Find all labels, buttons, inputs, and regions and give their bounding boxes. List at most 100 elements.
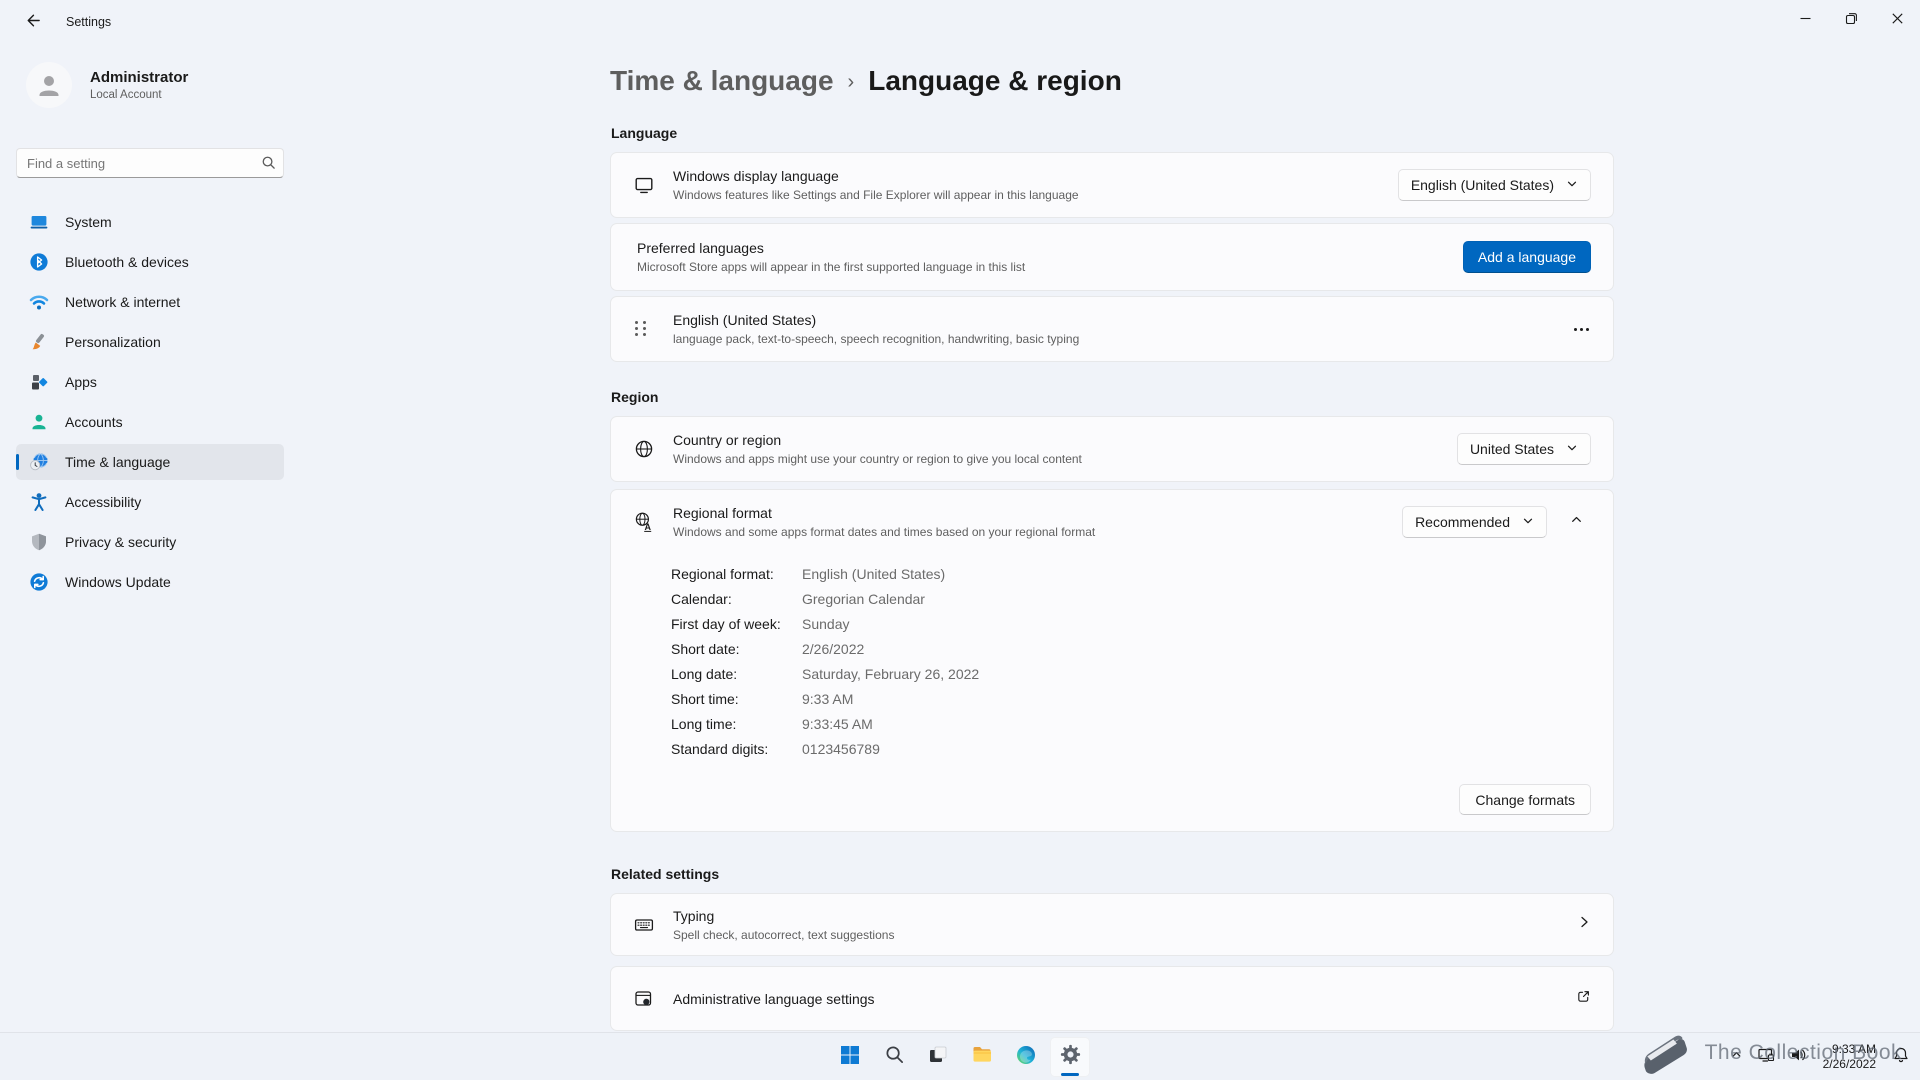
section-label-related: Related settings: [611, 866, 1614, 882]
sidebar-item-label: Bluetooth & devices: [65, 254, 189, 270]
privacy-shield-icon: [29, 532, 49, 552]
user-account-type: Local Account: [90, 89, 188, 101]
sidebar-item-system[interactable]: System: [16, 204, 284, 240]
bluetooth-icon: [29, 252, 49, 272]
main-content: Time & language › Language & region Lang…: [300, 48, 1920, 1032]
sidebar-item-accessibility[interactable]: Accessibility: [16, 484, 284, 520]
sidebar-item-time-language[interactable]: Time & language: [16, 444, 284, 480]
user-name: Administrator: [90, 69, 188, 86]
sidebar-item-personalization[interactable]: Personalization: [16, 324, 284, 360]
avatar: [26, 62, 72, 108]
task-view-button[interactable]: [918, 1037, 958, 1077]
regional-format-details: Regional format:English (United States) …: [611, 554, 1613, 776]
keyboard-icon: [633, 914, 655, 936]
settings-taskbar-button[interactable]: [1050, 1037, 1090, 1077]
chevron-right-icon: [1577, 915, 1591, 934]
taskbar-clock[interactable]: 9:33 AM 2/26/2022: [1817, 1042, 1882, 1072]
display-language-dropdown[interactable]: English (United States): [1398, 169, 1591, 201]
file-explorer-icon: [971, 1043, 994, 1071]
sidebar-item-label: Windows Update: [65, 574, 171, 590]
detail-row: Short time:9:33 AM: [671, 687, 1591, 712]
sidebar-item-label: Time & language: [65, 454, 170, 470]
personalization-icon: [29, 332, 49, 352]
language-item-description: language pack, text-to-speech, speech re…: [673, 332, 1572, 346]
volume-tray-button[interactable]: [1785, 1040, 1811, 1075]
time-language-icon: [29, 452, 49, 472]
network-icon: [29, 292, 49, 312]
typing-card[interactable]: Typing Spell check, autocorrect, text su…: [610, 893, 1614, 956]
system-tray: 9:33 AM 2/26/2022: [1726, 1033, 1914, 1080]
display-language-card: Windows display language Windows feature…: [610, 152, 1614, 218]
sidebar-item-apps[interactable]: Apps: [16, 364, 284, 400]
country-region-dropdown[interactable]: United States: [1457, 433, 1591, 465]
change-formats-button[interactable]: Change formats: [1459, 784, 1591, 815]
close-button[interactable]: [1874, 0, 1920, 36]
bell-icon: [1892, 1046, 1910, 1069]
breadcrumb-parent[interactable]: Time & language: [610, 62, 834, 100]
regional-format-card: A Regional format Windows and some apps …: [610, 489, 1614, 832]
detail-row: Standard digits:0123456789: [671, 737, 1591, 762]
sidebar-item-windows-update[interactable]: Windows Update: [16, 564, 284, 600]
search-input[interactable]: [16, 148, 284, 178]
sidebar-nav: System Bluetooth & devices Network & int…: [16, 204, 284, 600]
detail-row: Short date:2/26/2022: [671, 637, 1591, 662]
sidebar-item-accounts[interactable]: Accounts: [16, 404, 284, 440]
back-button[interactable]: [14, 8, 50, 38]
svg-text:A: A: [645, 522, 652, 532]
detail-row: Regional format:English (United States): [671, 562, 1591, 587]
search-icon: [884, 1044, 905, 1070]
breadcrumb-separator-icon: ›: [848, 60, 855, 101]
minimize-button[interactable]: [1782, 0, 1828, 36]
chevron-up-icon: [1730, 1048, 1743, 1066]
country-region-title: Country or region: [673, 432, 1457, 448]
monitor-icon: [633, 174, 655, 196]
tray-date: 2/26/2022: [1823, 1057, 1876, 1072]
preferred-languages-card: Preferred languages Microsoft Store apps…: [610, 223, 1614, 291]
restore-button[interactable]: [1828, 0, 1874, 36]
accessibility-icon: [29, 492, 49, 512]
typing-title: Typing: [673, 908, 1577, 924]
windows-logo-icon: [839, 1044, 861, 1071]
regional-format-description: Windows and some apps format dates and t…: [673, 525, 1402, 539]
hidden-icons-button[interactable]: [1726, 1042, 1747, 1072]
section-label-language: Language: [611, 125, 1614, 141]
collapse-expander-button[interactable]: [1561, 507, 1591, 537]
chevron-down-icon: [1522, 514, 1534, 530]
add-language-button[interactable]: Add a language: [1463, 241, 1591, 273]
section-label-region: Region: [611, 389, 1614, 405]
preferred-languages-title: Preferred languages: [637, 240, 1463, 256]
notifications-button[interactable]: [1888, 1040, 1914, 1075]
drag-handle-icon[interactable]: [635, 319, 649, 339]
sidebar-item-label: Apps: [65, 374, 97, 390]
more-options-icon[interactable]: [1572, 320, 1591, 339]
start-button[interactable]: [830, 1037, 870, 1077]
display-language-title: Windows display language: [673, 168, 1398, 184]
regional-format-dropdown[interactable]: Recommended: [1402, 506, 1547, 538]
display-language-description: Windows features like Settings and File …: [673, 188, 1398, 202]
external-link-icon: [1576, 989, 1591, 1009]
sidebar-item-label: System: [65, 214, 112, 230]
detail-row: Calendar:Gregorian Calendar: [671, 587, 1591, 612]
sidebar-item-privacy[interactable]: Privacy & security: [16, 524, 284, 560]
back-arrow-icon: [24, 12, 41, 34]
edge-browser-button[interactable]: [1006, 1037, 1046, 1077]
windows-update-icon: [29, 572, 49, 592]
task-view-icon: [927, 1044, 949, 1071]
sidebar-item-network[interactable]: Network & internet: [16, 284, 284, 320]
sidebar-item-bluetooth[interactable]: Bluetooth & devices: [16, 244, 284, 280]
network-tray-button[interactable]: [1753, 1040, 1779, 1075]
admin-language-card[interactable]: Administrative language settings: [610, 966, 1614, 1031]
detail-row: First day of week:Sunday: [671, 612, 1591, 637]
edge-icon: [1015, 1044, 1037, 1071]
app-title: Settings: [66, 15, 111, 29]
globe-icon: [633, 438, 655, 460]
page-title: Language & region: [868, 62, 1122, 100]
country-region-description: Windows and apps might use your country …: [673, 452, 1457, 466]
user-account[interactable]: Administrator Local Account: [26, 62, 284, 108]
breadcrumb: Time & language › Language & region: [610, 60, 1614, 101]
speaker-icon: [1789, 1046, 1807, 1069]
taskbar-search-button[interactable]: [874, 1037, 914, 1077]
file-explorer-button[interactable]: [962, 1037, 1002, 1077]
system-icon: [29, 212, 49, 232]
sidebar-item-label: Accessibility: [65, 494, 141, 510]
